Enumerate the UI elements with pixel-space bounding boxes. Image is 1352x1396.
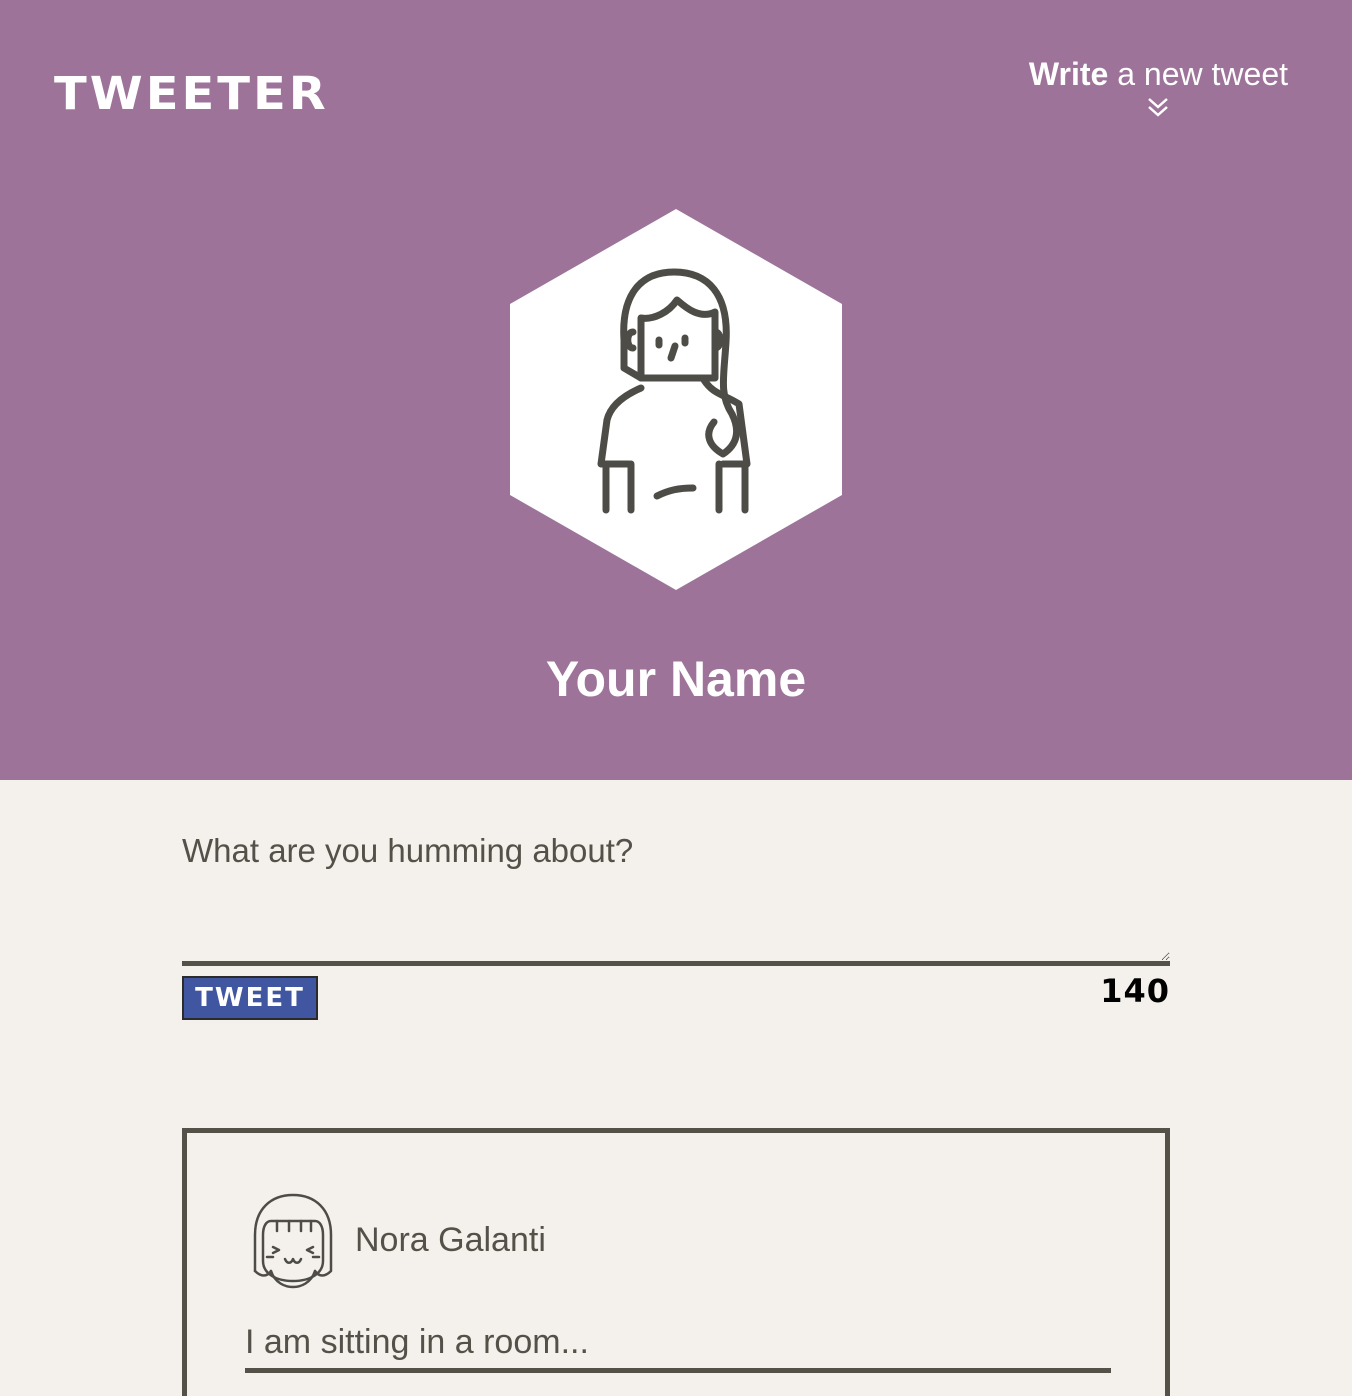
write-tweet-toggle[interactable]: Write a new tweet [1029, 56, 1288, 119]
smiling-girl-avatar-icon [253, 1193, 333, 1289]
tweet-text: I am sitting in a room... [245, 1323, 1111, 1373]
profile-header: TWEETER Write a new tweet Your Name [0, 0, 1352, 780]
write-tweet-label-rest: a new tweet [1108, 56, 1288, 92]
profile-name-first: Your [545, 651, 657, 707]
profile-name-last: Name [656, 651, 807, 707]
app-logo[interactable]: TWEETER [54, 67, 329, 120]
tweet-input[interactable] [182, 820, 1170, 966]
profile-avatar [510, 209, 842, 590]
write-tweet-label-bold: Write [1028, 56, 1109, 92]
profile-name: Your Name [0, 650, 1352, 708]
chevrons-down-icon [1148, 98, 1169, 117]
tweet-submit-button[interactable]: TWEET [182, 976, 318, 1020]
tweet-author-name: Nora Galanti [355, 1221, 546, 1259]
new-tweet-form: TWEET 140 [182, 820, 1170, 1020]
write-tweet-label: Write a new tweet [1029, 56, 1288, 93]
char-counter: 140 [1100, 972, 1170, 1010]
tweet-card: Nora Galanti I am sitting in a room... [182, 1128, 1170, 1396]
